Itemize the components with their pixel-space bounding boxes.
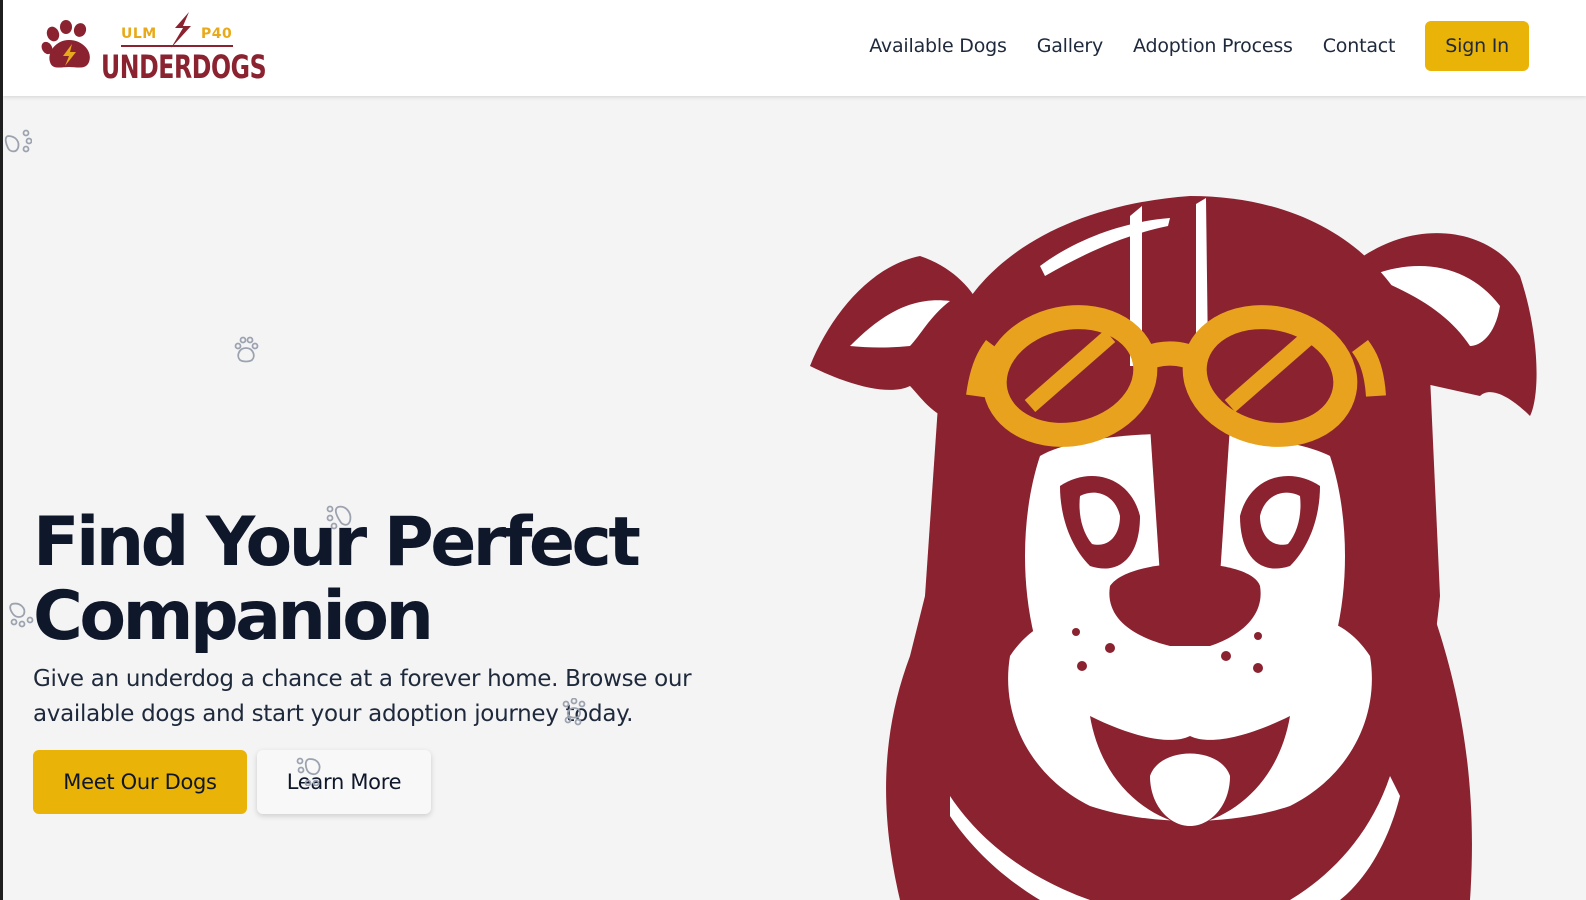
paw-print-icon [4, 129, 32, 153]
paw-print-icon [562, 698, 586, 726]
meet-our-dogs-button[interactable]: Meet Our Dogs [33, 750, 247, 814]
paw-bolt-icon [41, 20, 90, 68]
nav-gallery[interactable]: Gallery [1037, 35, 1103, 57]
paw-print-icon [326, 505, 352, 530]
paw-print-icon [296, 757, 321, 786]
window-edge [0, 0, 3, 900]
subtext-line-1: Give an underdog a chance at a forever h… [33, 666, 692, 692]
subtext-line-2: available dogs and start your adoption j… [33, 701, 634, 727]
nav-available-dogs[interactable]: Available Dogs [869, 35, 1007, 57]
nav-contact[interactable]: Contact [1323, 35, 1396, 57]
brand-divider [121, 45, 233, 47]
brand-name: UNDERDOGS [101, 48, 267, 86]
brand-tag-right: P40 [201, 26, 233, 42]
sign-in-button[interactable]: Sign In [1425, 21, 1529, 71]
site-header: ULM P40 UNDERDOGS Available Dogs Gallery… [3, 0, 1586, 96]
learn-more-button[interactable]: Learn More [257, 750, 431, 814]
paw-print-icon [234, 336, 259, 363]
nav-adoption-process[interactable]: Adoption Process [1133, 35, 1293, 57]
hero-headline: Find Your Perfect Companion [33, 506, 733, 654]
cta-row: Meet Our Dogs Learn More [33, 750, 431, 814]
brand-logo[interactable]: ULM P40 UNDERDOGS [41, 8, 271, 90]
dog-mascot-illustration [810, 196, 1537, 900]
brand-tag-left: ULM [121, 26, 157, 42]
paw-print-icon [9, 602, 34, 628]
headline-line-2: Companion [33, 577, 434, 656]
lightning-bolt-icon [171, 12, 191, 48]
main-nav: Available Dogs Gallery Adoption Process … [869, 21, 1529, 71]
hero-subtext: Give an underdog a chance at a forever h… [33, 662, 713, 732]
